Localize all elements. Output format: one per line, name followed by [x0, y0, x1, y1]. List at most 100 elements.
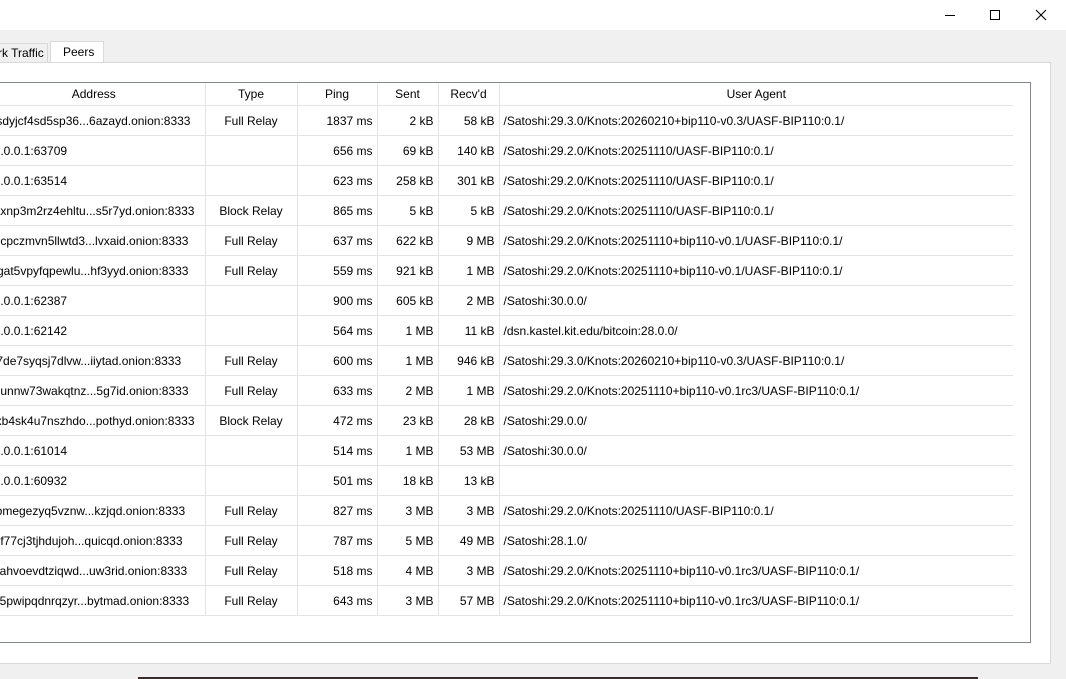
type-cell: [205, 465, 298, 496]
column-header-type[interactable]: Type: [205, 83, 298, 106]
user-agent-cell: /Satoshi:29.2.0/Knots:20251110+bip110-v0…: [499, 375, 1013, 406]
sent-cell: 258 kB: [377, 165, 439, 196]
table-row[interactable]: 27.0.0.1:62142 564 ms1 MB11 kB/dsn.kastel…: [0, 315, 1013, 346]
type-cell: Full Relay: [205, 105, 298, 136]
table-row[interactable]: 27.0.0.1:61014 514 ms1 MB53 MB/Satoshi:30…: [0, 435, 1013, 466]
sent-cell: 1 MB: [377, 435, 439, 466]
user-agent-cell: [499, 465, 1013, 496]
user-agent-cell: /Satoshi:29.2.0/Knots:20251110+bip110-v0…: [499, 585, 1013, 616]
table-row[interactable]: 4yahvoevdtziqwd...uw3rid.onion:8333 Full …: [0, 555, 1013, 586]
table-body: pisdyjcf4sd5sp36...6azayd.onion:8333 Full…: [0, 105, 1013, 616]
table-row[interactable]: eaxnp3m2rz4ehltu...s5r7yd.onion:8333 Bloc…: [0, 195, 1013, 226]
close-icon: [1035, 9, 1047, 21]
peers-table-frame[interactable]: Address Type Ping Sent Recv'd User Agent…: [0, 82, 1031, 643]
type-cell: [205, 315, 298, 346]
table-row[interactable]: pisdyjcf4sd5sp36...6azayd.onion:8333 Full…: [0, 105, 1013, 136]
column-header-ping[interactable]: Ping: [297, 83, 378, 106]
maximize-icon: [989, 9, 1001, 21]
table-row[interactable]: isbmegezyq5vznw...kzjqd.onion:8333 Full R…: [0, 495, 1013, 526]
received-cell: 11 kB: [438, 315, 500, 346]
table-row[interactable]: g4f77cj3tjhdujoh...quicqd.onion:8333 Full…: [0, 525, 1013, 556]
user-agent-cell: /Satoshi:30.0.0/: [499, 435, 1013, 466]
table-row[interactable]: 27.0.0.1:60932 501 ms18 kB13 kB: [0, 465, 1013, 496]
column-header-user-agent[interactable]: User Agent: [499, 83, 1013, 106]
ping-cell: 865 ms: [297, 195, 378, 226]
tab-peers[interactable]: Peers: [50, 41, 104, 62]
column-header-received[interactable]: Recv'd: [438, 83, 500, 106]
minimize-button[interactable]: [927, 0, 973, 30]
user-agent-cell: /Satoshi:29.3.0/Knots:20260210+bip110-v0…: [499, 345, 1013, 376]
address-cell: lyxb4sk4u7nszhdo...pothyd.onion:8333: [0, 405, 206, 436]
table-row[interactable]: rxgat5vpyfqpewlu...hf3yyd.onion:8333 Full…: [0, 255, 1013, 286]
received-cell: 53 MB: [438, 435, 500, 466]
ping-cell: 900 ms: [297, 285, 378, 316]
table-row[interactable]: i67de7syqsj7dlvw...iiytad.onion:8333 Full…: [0, 345, 1013, 376]
received-cell: 13 kB: [438, 465, 500, 496]
type-cell: [205, 285, 298, 316]
table-row[interactable]: s55pwipqdnrqzyr...bytmad.onion:8333 Full …: [0, 585, 1013, 616]
address-cell: 27.0.0.1:60932: [0, 465, 206, 496]
sent-cell: 3 MB: [377, 495, 439, 526]
received-cell: 3 MB: [438, 495, 500, 526]
sent-cell: 1 MB: [377, 315, 439, 346]
received-cell: 28 kB: [438, 405, 500, 436]
maximize-button[interactable]: [972, 0, 1018, 30]
ping-cell: 559 ms: [297, 255, 378, 286]
ping-cell: 518 ms: [297, 555, 378, 586]
column-header-address[interactable]: Address: [0, 83, 206, 106]
ping-cell: 600 ms: [297, 345, 378, 376]
table-row[interactable]: a5unnw73wakqtnz...5g7id.onion:8333 Full R…: [0, 375, 1013, 406]
table-row[interactable]: 27.0.0.1:63709 656 ms69 kB140 kB/Satoshi:…: [0, 135, 1013, 166]
table-row[interactable]: 4ucpczmvn5llwtd3...lvxaid.onion:8333 Full…: [0, 225, 1013, 256]
user-agent-cell: /Satoshi:29.2.0/Knots:20251110+bip110-v0…: [499, 255, 1013, 286]
received-cell: 1 MB: [438, 375, 500, 406]
address-cell: 27.0.0.1:62142: [0, 315, 206, 346]
table-row[interactable]: 27.0.0.1:62387 900 ms605 kB2 MB/Satoshi:3…: [0, 285, 1013, 316]
user-agent-cell: /Satoshi:29.3.0/Knots:20260210+bip110-v0…: [499, 105, 1013, 136]
type-cell: Full Relay: [205, 495, 298, 526]
sent-cell: 622 kB: [377, 225, 439, 256]
type-cell: Full Relay: [205, 225, 298, 256]
received-cell: 57 MB: [438, 585, 500, 616]
received-cell: 1 MB: [438, 255, 500, 286]
sent-cell: 4 MB: [377, 555, 439, 586]
sent-cell: 5 kB: [377, 195, 439, 226]
user-agent-cell: /Satoshi:29.2.0/Knots:20251110/UASF-BIP1…: [499, 195, 1013, 226]
table-row[interactable]: 27.0.0.1:63514 623 ms258 kB301 kB/Satoshi…: [0, 165, 1013, 196]
title-bar: [0, 0, 1066, 30]
type-cell: Full Relay: [205, 375, 298, 406]
ping-cell: 643 ms: [297, 585, 378, 616]
user-agent-cell: /Satoshi:28.1.0/: [499, 525, 1013, 556]
type-cell: Full Relay: [205, 255, 298, 286]
type-cell: Block Relay: [205, 195, 298, 226]
tab-label: rk Traffic: [0, 46, 44, 60]
received-cell: 49 MB: [438, 525, 500, 556]
close-button[interactable]: [1018, 0, 1064, 30]
address-cell: rxgat5vpyfqpewlu...hf3yyd.onion:8333: [0, 255, 206, 286]
user-agent-cell: /dsn.kastel.kit.edu/bitcoin:28.0.0/: [499, 315, 1013, 346]
type-cell: [205, 165, 298, 196]
type-cell: Full Relay: [205, 585, 298, 616]
type-cell: Full Relay: [205, 555, 298, 586]
address-cell: 4yahvoevdtziqwd...uw3rid.onion:8333: [0, 555, 206, 586]
sent-cell: 605 kB: [377, 285, 439, 316]
table-header: Address Type Ping Sent Recv'd User Agent: [0, 83, 1013, 106]
received-cell: 946 kB: [438, 345, 500, 376]
sent-cell: 2 MB: [377, 375, 439, 406]
ping-cell: 564 ms: [297, 315, 378, 346]
ping-cell: 827 ms: [297, 495, 378, 526]
table-row[interactable]: lyxb4sk4u7nszhdo...pothyd.onion:8333 Bloc…: [0, 405, 1013, 436]
column-header-sent[interactable]: Sent: [377, 83, 439, 106]
address-cell: 27.0.0.1:63709: [0, 135, 206, 166]
sent-cell: 921 kB: [377, 255, 439, 286]
tab-network-traffic[interactable]: rk Traffic: [0, 43, 48, 62]
ping-cell: 514 ms: [297, 435, 378, 466]
received-cell: 3 MB: [438, 555, 500, 586]
user-agent-cell: /Satoshi:29.2.0/Knots:20251110+bip110-v0…: [499, 555, 1013, 586]
ping-cell: 787 ms: [297, 525, 378, 556]
type-cell: Full Relay: [205, 525, 298, 556]
address-cell: s55pwipqdnrqzyr...bytmad.onion:8333: [0, 585, 206, 616]
type-cell: Block Relay: [205, 405, 298, 436]
address-cell: eaxnp3m2rz4ehltu...s5r7yd.onion:8333: [0, 195, 206, 226]
peers-table[interactable]: Address Type Ping Sent Recv'd User Agent…: [0, 83, 1013, 616]
